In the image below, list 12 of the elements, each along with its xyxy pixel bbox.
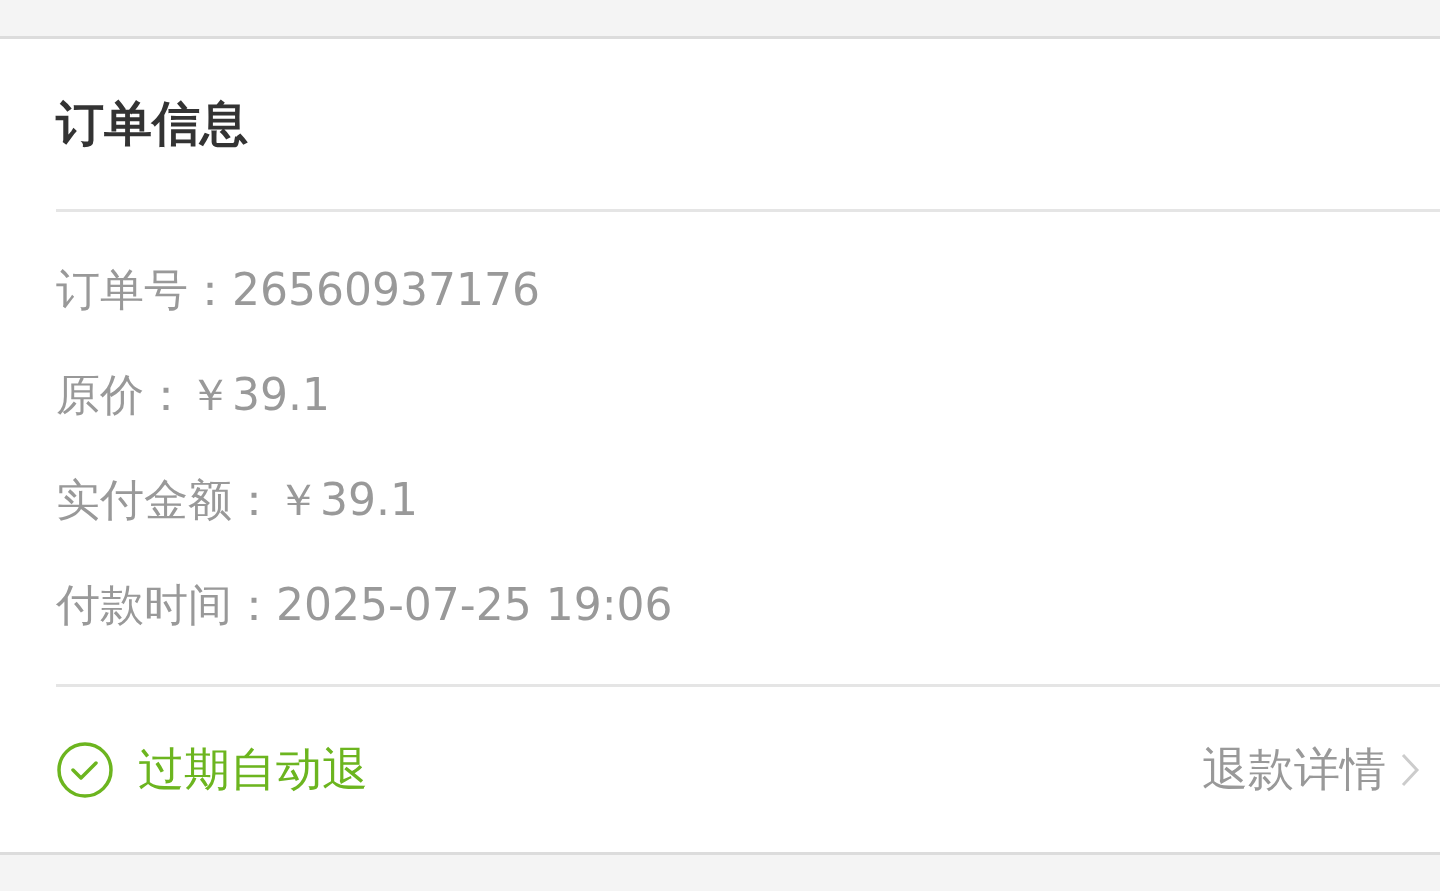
field-value: 2025-07-25 19:06: [276, 577, 673, 632]
field-label: 订单号：: [56, 262, 232, 317]
field-label: 付款时间：: [56, 577, 276, 632]
refund-details-link[interactable]: 退款详情: [1202, 735, 1420, 804]
chevron-right-icon: [1400, 751, 1420, 788]
field-label: 原价：: [56, 367, 188, 422]
field-value: ￥39.1: [188, 367, 330, 422]
field-value: 26560937176: [232, 262, 540, 317]
status-text: 过期自动退: [138, 741, 368, 798]
section-title: 订单信息: [56, 95, 248, 153]
field-label: 实付金额：: [56, 472, 276, 527]
field-value: ￥39.1: [276, 472, 418, 527]
